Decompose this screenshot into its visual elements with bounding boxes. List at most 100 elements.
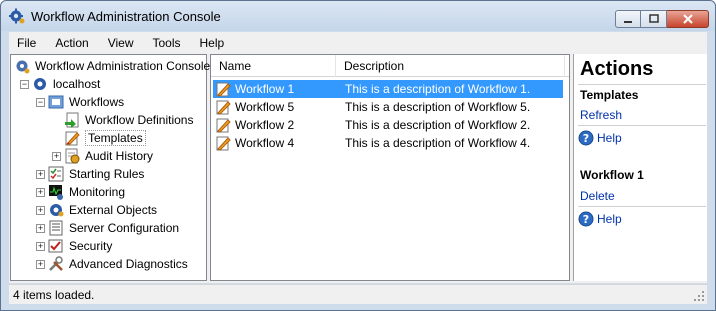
collapse-icon[interactable]: − — [36, 97, 45, 107]
server-gear-icon — [34, 78, 46, 90]
tree-label-external-objects: External Objects — [69, 203, 158, 217]
tree-item-workflow-definitions[interactable]: Workflow Definitions — [64, 111, 193, 129]
list-item-description: This is a description of Workflow 4. — [345, 136, 531, 150]
help-link-workflow-1[interactable]: ? Help — [578, 211, 622, 227]
help-label: Help — [597, 212, 622, 226]
list-item-name: Workflow 1 — [235, 82, 295, 96]
status-text: 4 items loaded. — [13, 287, 95, 302]
help-icon: ? — [578, 130, 594, 146]
collapse-icon[interactable]: − — [20, 79, 29, 89]
close-button[interactable] — [667, 10, 709, 28]
tree-label-monitoring: Monitoring — [69, 185, 126, 199]
menu-tools[interactable]: Tools — [153, 36, 181, 50]
menu-file[interactable]: File — [17, 36, 36, 50]
menu-action[interactable]: Action — [55, 36, 88, 50]
delete-link[interactable]: Delete — [580, 189, 615, 203]
client-area: Workflow Administration Console − localh… — [9, 53, 707, 283]
templates-list[interactable]: Name Description Workflow 1 This is a de… — [210, 54, 570, 281]
tree-item-external-objects[interactable]: + External Objects — [36, 201, 157, 219]
list-item-description: This is a description of Workflow 1. — [345, 82, 531, 96]
pencil-icon — [216, 100, 231, 115]
tree-item-starting-rules[interactable]: + Starting Rules — [36, 165, 144, 183]
tree-label-starting-rules: Starting Rules — [69, 167, 145, 181]
tree-item-templates[interactable]: Templates — [64, 129, 146, 147]
list-item-workflow-2[interactable]: Workflow 2 This is a description of Work… — [213, 116, 563, 134]
tree-label-advanced-diagnostics: Advanced Diagnostics — [69, 257, 188, 271]
list-item-workflow-4[interactable]: Workflow 4 This is a description of Work… — [213, 134, 563, 152]
pencil-icon — [216, 118, 231, 133]
tree-item-monitoring[interactable]: + Monitoring — [36, 183, 125, 201]
tree-label-workflows: Workflows — [69, 95, 125, 109]
menu-view[interactable]: View — [108, 36, 134, 50]
status-bar: 4 items loaded. — [9, 284, 707, 304]
workflows-icon — [48, 95, 64, 109]
help-link-templates[interactable]: ? Help — [578, 130, 622, 146]
tree-label-workflow-definitions: Workflow Definitions — [85, 113, 194, 127]
tree-item-server-configuration[interactable]: + Server Configuration — [36, 219, 179, 237]
tools-icon — [49, 256, 63, 271]
list-item-workflow-5[interactable]: Workflow 5 This is a description of Work… — [213, 98, 563, 116]
column-divider[interactable] — [564, 55, 565, 77]
pencil-icon — [216, 136, 231, 151]
expand-icon[interactable]: + — [36, 169, 45, 179]
window-title: Workflow Administration Console — [31, 9, 221, 24]
divider — [578, 206, 706, 207]
divider — [578, 125, 706, 126]
refresh-link[interactable]: Refresh — [580, 108, 622, 122]
resize-grip-icon[interactable] — [693, 290, 705, 302]
expand-icon[interactable]: + — [36, 259, 45, 269]
tree-item-root[interactable]: Workflow Administration Console — [14, 57, 210, 75]
expand-icon[interactable]: + — [36, 223, 45, 233]
tree-label-templates: Templates — [85, 130, 146, 146]
help-label: Help — [597, 131, 622, 145]
tree-item-audit-history[interactable]: + Audit History — [52, 147, 153, 165]
tree-label-server-configuration: Server Configuration — [69, 221, 180, 235]
tree-item-workflows[interactable]: − Workflows — [36, 93, 124, 111]
monitoring-icon — [49, 185, 63, 200]
workflow-definitions-icon — [65, 112, 79, 128]
minimize-button[interactable] — [615, 10, 641, 28]
list-item-name: Workflow 4 — [235, 136, 295, 150]
list-item-workflow-1[interactable]: Workflow 1 This is a description of Work… — [213, 80, 563, 98]
pencil-icon — [216, 82, 231, 97]
column-divider[interactable] — [335, 55, 336, 77]
help-icon: ? — [578, 211, 594, 227]
svg-text:?: ? — [583, 213, 589, 226]
menu-bar: File Action View Tools Help — [9, 32, 707, 53]
tree-item-security[interactable]: + Security — [36, 237, 112, 255]
expand-icon[interactable]: + — [52, 151, 61, 161]
gear-app-icon — [9, 8, 25, 24]
external-objects-icon — [50, 204, 64, 217]
actions-title: Actions — [580, 58, 654, 80]
gear-icon — [16, 60, 30, 74]
list-item-name: Workflow 2 — [235, 118, 295, 132]
security-icon — [48, 239, 63, 253]
maximize-icon — [648, 14, 659, 23]
expand-icon[interactable]: + — [36, 187, 45, 197]
server-configuration-icon — [49, 220, 63, 236]
tree-item-localhost[interactable]: − localhost — [20, 75, 100, 93]
divider — [578, 84, 706, 85]
actions-section-templates: Templates — [580, 88, 639, 102]
actions-section-workflow-1: Workflow 1 — [580, 168, 644, 182]
tree-item-advanced-diagnostics[interactable]: + Advanced Diagnostics — [36, 255, 188, 273]
tree-label-root: Workflow Administration Console — [35, 59, 211, 73]
column-header-name[interactable]: Name — [219, 59, 251, 73]
minimize-icon — [624, 21, 632, 23]
title-bar[interactable]: Workflow Administration Console — [1, 1, 715, 31]
column-header-description[interactable]: Description — [344, 59, 404, 73]
main-window: Workflow Administration Console File Act… — [0, 0, 716, 311]
menu-help[interactable]: Help — [200, 36, 225, 50]
tree-label-audit-history: Audit History — [85, 149, 154, 163]
starting-rules-icon — [48, 166, 64, 182]
close-icon — [682, 14, 693, 24]
list-item-name: Workflow 5 — [235, 100, 295, 114]
navigation-tree[interactable]: Workflow Administration Console − localh… — [10, 54, 210, 281]
expand-icon[interactable]: + — [36, 205, 45, 215]
expand-icon[interactable]: + — [36, 241, 45, 251]
maximize-button[interactable] — [641, 10, 667, 28]
svg-text:?: ? — [583, 132, 589, 145]
tree-label-localhost: localhost — [53, 77, 101, 91]
audit-history-icon — [65, 148, 80, 164]
list-item-description: This is a description of Workflow 2. — [345, 118, 531, 132]
